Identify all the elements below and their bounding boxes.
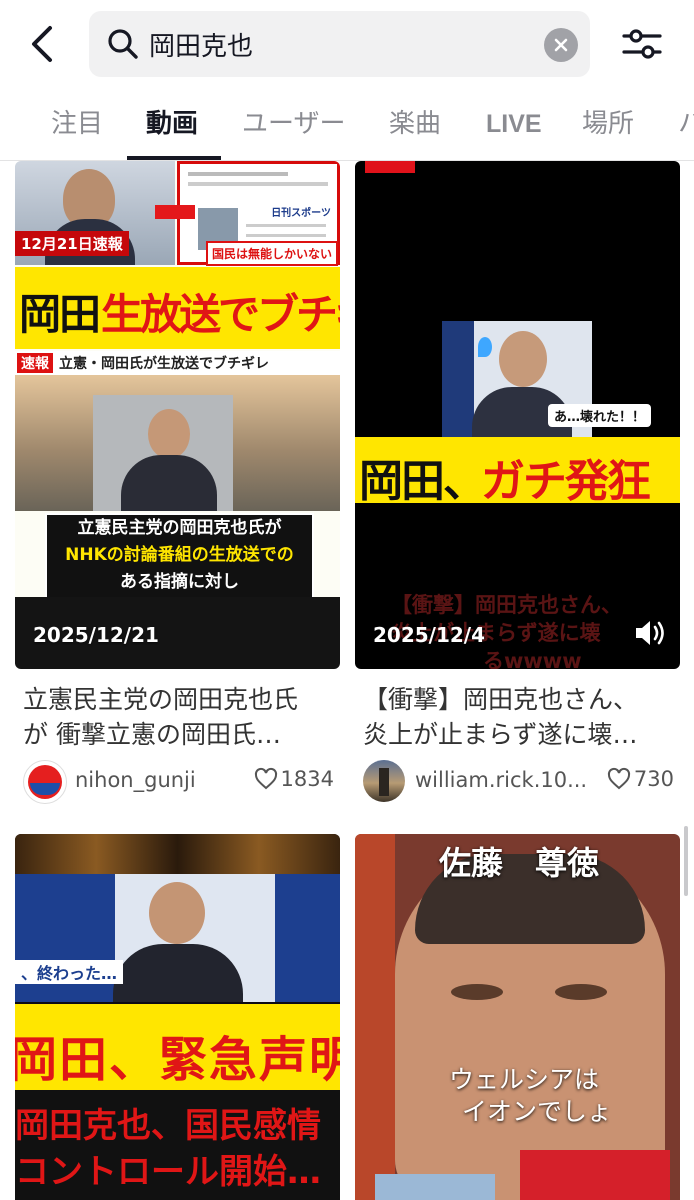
overlay-quote: ウェルシアは — [449, 1065, 600, 1094]
thumbnail-face — [395, 854, 665, 1200]
headline-red-text: 生放送でブチギレ — [101, 290, 340, 339]
caption-line: 炎上が止まらず遂に壊… — [363, 720, 638, 749]
video-card[interactable]: 佐藤 尊徳 ウェルシアは イオンでしょ — [355, 834, 680, 1200]
like-count: 1834 — [254, 767, 334, 791]
filter-button[interactable] — [620, 22, 664, 66]
tab-users[interactable]: ユーザー — [242, 92, 345, 158]
subtitle-line: コントロール開始… — [15, 1152, 321, 1192]
caption-line: 【衝撃】岡田克也さん、 — [363, 685, 639, 714]
subtitle-line: 岡田克也、国民感情 — [15, 1106, 321, 1146]
search-tabs: 注目 動画 ユーザー 楽曲 LIVE 場所 ハ — [0, 92, 694, 160]
video-thumbnail[interactable]: あ…壊れた！！ 岡田、 ガチ発狂 【衝撃】岡田克也さん、 炎上が止まらず遂に壊 … — [355, 161, 680, 669]
username[interactable]: nihon_gunji — [75, 768, 196, 792]
news-strip: 速報 立憲・岡田氏が生放送でブチギレ — [15, 351, 340, 375]
video-date: 2025/12/4 — [373, 623, 486, 647]
like-count: 730 — [607, 767, 674, 791]
clear-search-button[interactable] — [544, 28, 578, 62]
subtitle-area: 岡田克也、国民感情 コントロール開始… — [15, 1090, 340, 1200]
sound-icon[interactable] — [632, 615, 668, 651]
thumbnail-object — [375, 1174, 495, 1200]
thumbnail-bg — [355, 834, 395, 1200]
close-icon — [554, 38, 568, 52]
video-card[interactable]: 日刊スポーツ 12月21日速報 国民は無能しかいない 岡田 生放送でブチギレ 速… — [15, 161, 340, 811]
arrow-icon — [155, 205, 195, 219]
video-thumbnail[interactable]: 佐藤 尊徳 ウェルシアは イオンでしょ — [355, 834, 680, 1200]
headline-band: 岡田、 ガチ発狂 — [355, 437, 680, 507]
tab-live[interactable]: LIVE — [486, 92, 542, 158]
video-thumbnail[interactable]: 、終わった… 岡田、緊急声明 岡田克也、国民感情 コントロール開始… — [15, 834, 340, 1200]
headline-red-text: ガチ発狂 — [481, 456, 651, 507]
news-text: 立憲・岡田氏が生放送でブチギレ — [59, 356, 269, 372]
tab-top[interactable]: 注目 — [51, 92, 103, 158]
scrollbar[interactable] — [684, 826, 688, 896]
headline-band: 岡田 生放送でブチギレ — [15, 267, 340, 349]
subtitle-line: NHKの討論番組の生放送での — [65, 545, 294, 565]
top-badge — [365, 161, 415, 173]
video-date: 2025/12/21 — [33, 623, 159, 647]
badge-date: 12月21日速報 — [15, 231, 129, 256]
avatar[interactable] — [23, 760, 67, 804]
tab-sounds[interactable]: 楽曲 — [389, 92, 441, 158]
faded-subtitle: 【衝撃】岡田克也さん、 — [391, 593, 622, 617]
subtitle-line: ある指摘に対し — [120, 572, 239, 592]
video-card[interactable]: 、終わった… 岡田、緊急声明 岡田克也、国民感情 コントロール開始… — [15, 834, 340, 1200]
news-tag: 速報 — [17, 353, 53, 373]
badge-right: 国民は無能しかいない — [205, 241, 338, 266]
search-header — [0, 0, 694, 92]
subtitle-line: 立憲民主党の岡田克也氏が — [77, 518, 282, 538]
like-count-text: 1834 — [280, 767, 334, 791]
subtitle-box: 立憲民主党の岡田克也氏が NHKの討論番組の生放送での ある指摘に対し — [45, 513, 314, 601]
back-icon[interactable] — [22, 22, 66, 66]
tab-hashtags[interactable]: ハ — [678, 92, 694, 158]
faded-subtitle: るwwww — [483, 649, 582, 669]
overlay-name: 佐藤 尊徳 — [439, 844, 600, 882]
search-input[interactable] — [149, 11, 519, 77]
heart-icon — [607, 767, 630, 790]
heart-icon — [254, 767, 277, 790]
thumbnail-sign — [520, 1150, 670, 1200]
video-thumbnail[interactable]: 日刊スポーツ 12月21日速報 国民は無能しかいない 岡田 生放送でブチギレ 速… — [15, 161, 340, 669]
overlay-quote: イオンでしょ — [462, 1097, 613, 1126]
search-icon — [108, 29, 138, 59]
speech-bubble: あ…壊れた！！ — [548, 404, 652, 427]
caption-line: が 衝撃立憲の岡田氏… — [23, 720, 281, 749]
caption-line: 立憲民主党の岡田克也氏 — [23, 685, 299, 714]
like-count-text: 730 — [633, 767, 674, 791]
search-bar[interactable] — [89, 11, 590, 77]
tab-videos[interactable]: 動画 — [146, 92, 198, 158]
username[interactable]: william.rick.10... — [415, 768, 587, 792]
thumbnail-lights — [15, 834, 340, 874]
headline-black-text: 岡田 — [19, 290, 101, 339]
filter-icon — [622, 29, 662, 59]
video-caption[interactable]: 立憲民主党の岡田克也氏 が 衝撃立憲の岡田氏… — [23, 682, 335, 752]
video-caption[interactable]: 【衝撃】岡田克也さん、 炎上が止まらず遂に壊… — [363, 682, 675, 752]
video-card[interactable]: あ…壊れた！！ 岡田、 ガチ発狂 【衝撃】岡田克也さん、 炎上が止まらず遂に壊 … — [355, 161, 680, 811]
avatar[interactable] — [363, 760, 405, 802]
thumbnail-photo — [15, 375, 340, 511]
tag-text: 、終わった… — [15, 960, 124, 984]
tab-places[interactable]: 場所 — [582, 92, 634, 158]
headline-band: 岡田、緊急声明 — [15, 1004, 340, 1090]
headline-text: 岡田、緊急声明 — [15, 1032, 340, 1088]
headline-black-text: 岡田、 — [359, 456, 487, 507]
newspaper-logo: 日刊スポーツ — [271, 208, 331, 219]
